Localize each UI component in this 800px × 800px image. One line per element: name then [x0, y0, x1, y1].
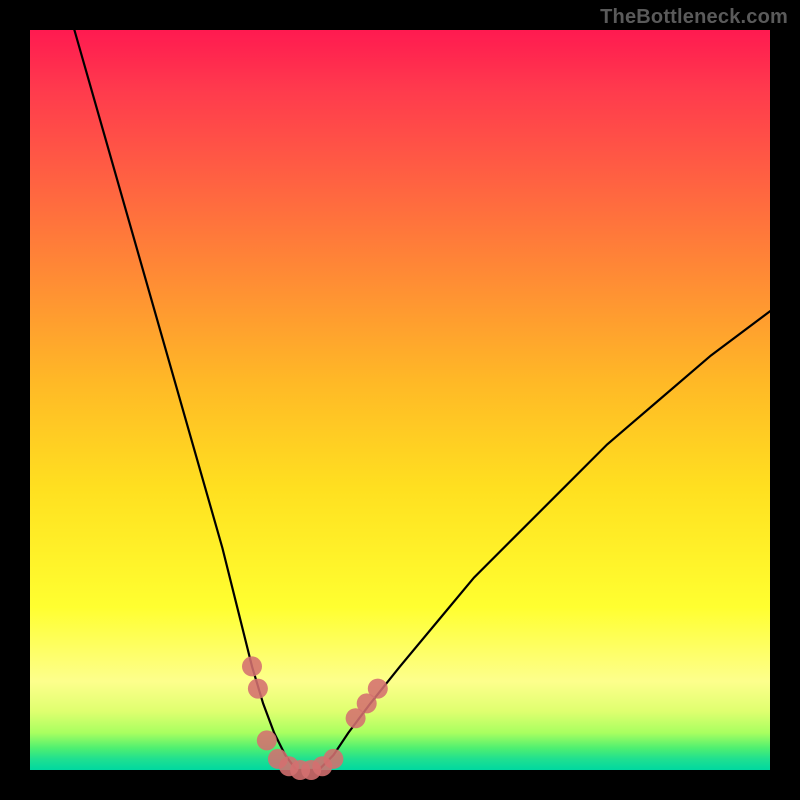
curve-marker: [257, 730, 277, 750]
curve-marker: [248, 679, 268, 699]
plot-area: [30, 30, 770, 770]
curve-marker: [368, 679, 388, 699]
chart-frame: TheBottleneck.com: [0, 0, 800, 800]
curve-marker: [242, 656, 262, 676]
bottleneck-curve-svg: [30, 30, 770, 770]
watermark-text: TheBottleneck.com: [600, 6, 788, 29]
bottleneck-curve: [74, 30, 770, 770]
curve-marker: [323, 749, 343, 769]
